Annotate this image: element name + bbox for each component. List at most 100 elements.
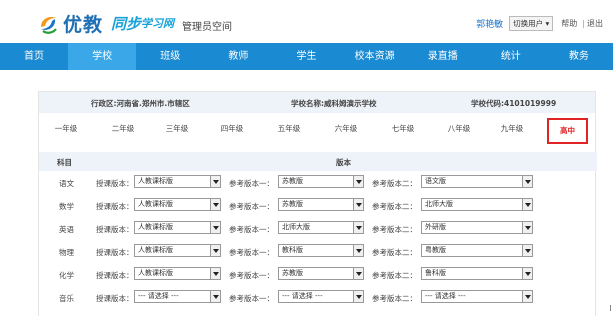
teach-version-select[interactable]: --- 请选择 --- [134, 290, 221, 303]
chevron-down-icon: ▾ [545, 19, 550, 28]
grade-tabs: 一年级 二年级 三年级 四年级 五年级 六年级 七年级 八年级 九年级 高中 [39, 114, 597, 150]
select-value: 苏教版 [282, 200, 303, 208]
reference-version-2-label: 参考版本二： [372, 248, 417, 257]
chevron-down-icon [522, 291, 532, 302]
teach-version-select[interactable]: 人教课标版 [134, 244, 221, 257]
grade-tab-5[interactable]: 五年级 [268, 123, 310, 134]
school-code-info: 学校代码:4101019999 [471, 99, 557, 108]
select-value: 北师大版 [425, 200, 453, 208]
teach-version-label: 授课版本： [96, 225, 134, 234]
chevron-down-icon [210, 245, 220, 256]
select-value: 人教课标版 [138, 246, 173, 254]
table-header: 科目 版本 [39, 152, 597, 171]
reference-version-2-label: 参考版本二： [372, 225, 417, 234]
chevron-down-icon [353, 245, 363, 256]
school-version-panel: 行政区:河南省.郑州市.市辖区 学校名称:威科姆演示学校 学校代码:410101… [38, 91, 597, 316]
nav-item-class[interactable]: 班级 [136, 43, 204, 70]
school-name-info: 学校名称:威科姆演示学校 [291, 99, 377, 108]
grade-tab-2[interactable]: 二年级 [102, 123, 144, 134]
reference-version-1-select[interactable]: 教科版 [278, 244, 364, 257]
reference-version-2-select[interactable]: 粤教版 [421, 244, 533, 257]
admin-space-label: 管理员空间 [182, 21, 233, 33]
main-nav: 首页 学校 班级 教师 学生 校本资源 录直播 统计 教务 [0, 43, 613, 70]
grade-tab-1[interactable]: 一年级 [45, 123, 87, 134]
nav-item-record-live[interactable]: 录直播 [409, 43, 477, 70]
reference-version-1-select[interactable]: 苏教版 [278, 198, 364, 211]
grade-tab-high-school[interactable]: 高中 [547, 118, 588, 144]
grade-tab-6[interactable]: 六年级 [325, 123, 367, 134]
select-value: 人教课标版 [138, 177, 173, 185]
nav-item-home[interactable]: 首页 [0, 43, 68, 70]
nav-item-school[interactable]: 学校 [68, 43, 137, 70]
teach-version-select[interactable]: 人教课标版 [134, 221, 221, 234]
separator: | [582, 19, 585, 28]
chevron-down-icon [210, 176, 220, 187]
user-area: 郭艳敏 切换用户 ▾ 帮助 | 退出 [476, 16, 603, 31]
reference-version-1-label: 参考版本一： [229, 179, 274, 188]
grade-tab-9[interactable]: 九年级 [491, 123, 533, 134]
teach-version-label: 授课版本： [96, 248, 134, 257]
switch-user-dropdown[interactable]: 切换用户 ▾ [509, 16, 554, 31]
grade-tab-4[interactable]: 四年级 [211, 123, 253, 134]
select-value: 粤教版 [425, 246, 446, 254]
brand-name: 优教 [63, 13, 104, 36]
logo[interactable]: 优教 同步 学习网 管理员空间 [35, 9, 232, 37]
nav-item-student[interactable]: 学生 [272, 43, 340, 70]
chevron-down-icon [210, 268, 220, 279]
reference-version-2-select[interactable]: 北师大版 [421, 198, 533, 211]
subject-name: 音乐 [59, 294, 74, 303]
subject-name: 数学 [59, 202, 74, 211]
reference-version-1-select[interactable]: --- 请选择 --- [278, 290, 364, 303]
chevron-down-icon [210, 291, 220, 302]
reference-version-2-select[interactable]: 外研版 [421, 221, 533, 234]
help-link[interactable]: 帮助 [561, 18, 577, 29]
select-value: 鲁科版 [425, 269, 446, 277]
school-info-bar: 行政区:河南省.郑州市.市辖区 学校名称:威科姆演示学校 学校代码:410101… [39, 92, 595, 113]
reference-version-1-label: 参考版本一： [229, 225, 274, 234]
user-name[interactable]: 郭艳敏 [476, 17, 503, 30]
logout-link[interactable]: 退出 [587, 18, 603, 29]
teach-version-label: 授课版本： [96, 294, 134, 303]
grade-tab-7[interactable]: 七年级 [382, 123, 424, 134]
reference-version-1-select[interactable]: 苏教版 [278, 175, 364, 188]
header-subject: 科目 [57, 158, 72, 167]
reference-version-2-select[interactable]: 语文版 [421, 175, 533, 188]
reference-version-2-label: 参考版本二： [372, 202, 417, 211]
grade-tab-8[interactable]: 八年级 [438, 123, 480, 134]
teach-version-select[interactable]: 人教课标版 [134, 175, 221, 188]
brand-sub-b: 学习网 [141, 17, 175, 30]
reference-version-2-select[interactable]: --- 请选择 --- [421, 290, 533, 303]
nav-item-teacher[interactable]: 教师 [204, 43, 272, 70]
chevron-down-icon [353, 268, 363, 279]
subject-name: 物理 [59, 248, 74, 257]
reference-version-2-label: 参考版本二： [372, 179, 417, 188]
teach-version-label: 授课版本： [96, 179, 134, 188]
header-version: 版本 [336, 158, 351, 167]
reference-version-1-select[interactable]: 苏教版 [278, 267, 364, 280]
chevron-down-icon [522, 199, 532, 210]
table-row: 语文 授课版本： 人教课标版 参考版本一： 苏教版 参考版本二： 语文版 [39, 171, 597, 193]
chevron-down-icon [522, 176, 532, 187]
reference-version-1-select[interactable]: 北师大版 [278, 221, 364, 234]
subject-name: 英语 [59, 225, 74, 234]
reference-version-1-label: 参考版本一： [229, 202, 274, 211]
select-value: 苏教版 [282, 269, 303, 277]
logo-icon [35, 10, 61, 36]
select-value: 语文版 [425, 177, 446, 185]
select-value: --- 请选择 --- [138, 292, 179, 300]
nav-item-academic-affairs[interactable]: 教务 [545, 43, 613, 70]
grade-tab-3[interactable]: 三年级 [156, 123, 198, 134]
table-row: 数学 授课版本： 人教课标版 参考版本一： 苏教版 参考版本二： 北师大版 [39, 194, 597, 216]
table-row: 英语 授课版本： 人教课标版 参考版本一： 北师大版 参考版本二： 外研版 [39, 217, 597, 239]
chevron-down-icon [353, 199, 363, 210]
nav-item-school-resources[interactable]: 校本资源 [341, 43, 409, 70]
chevron-down-icon [210, 222, 220, 233]
subject-name: 语文 [59, 179, 74, 188]
teach-version-select[interactable]: 人教课标版 [134, 267, 221, 280]
reference-version-1-label: 参考版本一： [229, 248, 274, 257]
teach-version-select[interactable]: 人教课标版 [134, 198, 221, 211]
reference-version-2-select[interactable]: 鲁科版 [421, 267, 533, 280]
table-row: 音乐 授课版本： --- 请选择 --- 参考版本一： --- 请选择 --- 参考版本二… [39, 286, 597, 308]
nav-item-statistics[interactable]: 统计 [477, 43, 545, 70]
select-value: 人教课标版 [138, 200, 173, 208]
